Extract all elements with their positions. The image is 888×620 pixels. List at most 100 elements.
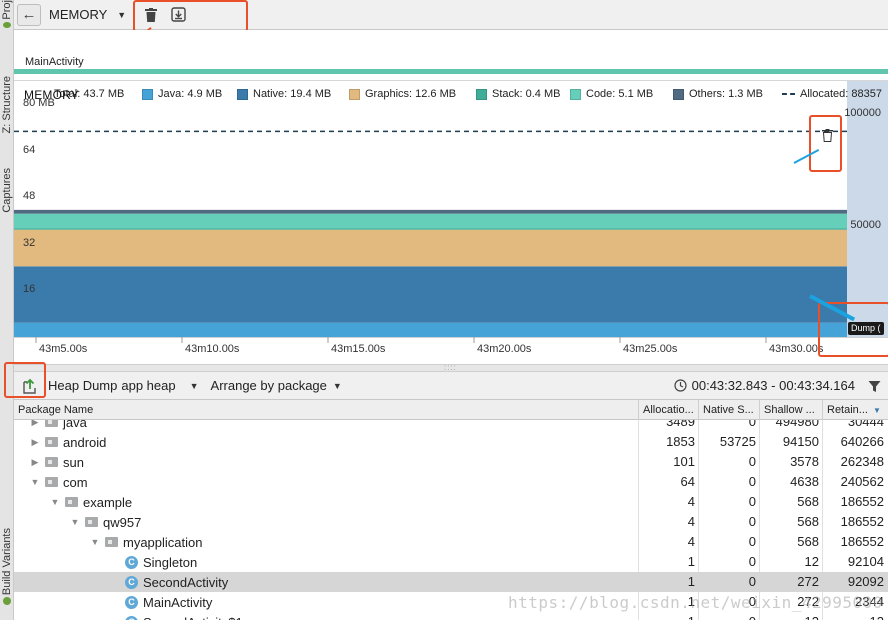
row-alloc-cell: 3489	[666, 420, 695, 429]
memory-chart[interactable]: Total: 43.7 MB Java: 4.9 MB Native: 19.4 M…	[14, 80, 888, 364]
chevron-right-icon[interactable]: ▶	[30, 420, 40, 428]
arrow-left-icon: ←	[21, 6, 37, 23]
captures-tab-label: Captures	[1, 167, 13, 213]
row-name-cell: C SecondActivity	[110, 572, 228, 592]
sort-desc-icon: ▼	[873, 406, 881, 415]
table-row[interactable]: ▼ myapplication 4 0 568 186552	[14, 532, 888, 552]
row-native-cell: 0	[748, 454, 756, 469]
table-row[interactable]: ▶ java 3489 0 494980 30444	[14, 420, 888, 432]
row-name-cell: ▼ qw957	[70, 512, 142, 532]
row-name-cell: C Singleton	[110, 552, 197, 572]
legend-swatch	[142, 88, 153, 100]
row-native-cell: 0	[748, 420, 756, 429]
export-heap-button[interactable]	[18, 375, 40, 397]
folder-icon	[45, 477, 58, 487]
row-name: myapplication	[123, 534, 203, 550]
column-header-shallow-size[interactable]: Shallow ...	[760, 400, 823, 420]
row-native-cell: 0	[748, 554, 756, 569]
arrange-select[interactable]: Arrange by package ▼	[211, 378, 342, 393]
table-row[interactable]: ▶ sun 101 0 3578 262348	[14, 452, 888, 472]
back-button[interactable]: ←	[17, 3, 41, 26]
row-name: android	[63, 434, 107, 450]
toolbar-divider	[134, 5, 136, 24]
table-row[interactable]: ▼ com 64 0 4638 240562	[14, 472, 888, 492]
build-variants-tab[interactable]: Build Variants	[0, 515, 14, 620]
table-header: Package Name Allocatio... Native S... Sh…	[14, 400, 888, 420]
row-alloc-cell: 4	[687, 494, 695, 509]
row-retained-cell: 186552	[840, 494, 884, 509]
row-shallow-cell: 12	[804, 554, 819, 569]
row-shallow-cell: 568	[797, 514, 819, 529]
legend-label: Stack: 0.4 MB	[492, 88, 561, 100]
area-java	[14, 322, 847, 337]
column-header-native-size[interactable]: Native S...	[699, 400, 760, 420]
table-row[interactable]: C Singleton 1 0 12 92104	[14, 552, 888, 572]
class-icon: C	[125, 615, 138, 620]
heap-dump-tooltip: Dump (	[848, 322, 884, 335]
legend-swatch	[476, 88, 487, 100]
heap-select[interactable]: app heap ▼	[121, 378, 198, 393]
y-right-tick: 50000	[850, 219, 881, 231]
row-name-cell: ▶ java	[30, 420, 87, 432]
chevron-down-icon[interactable]: ▼	[50, 497, 60, 507]
chevron-right-icon[interactable]: ▶	[30, 457, 40, 468]
row-name-cell: ▼ myapplication	[90, 532, 203, 552]
activity-bar[interactable]	[14, 69, 888, 74]
legend-swatch	[673, 88, 684, 100]
row-name-cell: ▶ sun	[30, 452, 84, 472]
column-header-retained-size[interactable]: Retain... ▼	[823, 400, 888, 420]
gc-event-marker[interactable]	[822, 129, 833, 145]
chevron-down-icon[interactable]: ▼	[90, 537, 100, 547]
class-icon: C	[125, 555, 138, 569]
chevron-right-icon[interactable]: ▶	[30, 437, 40, 448]
legend-label: Java: 4.9 MB	[158, 88, 223, 100]
chevron-down-icon[interactable]: ▼	[30, 477, 40, 487]
folder-icon	[45, 420, 58, 427]
table-row[interactable]: ▼ example 4 0 568 186552	[14, 492, 888, 512]
x-tick-label: 43m20.00s	[477, 343, 532, 355]
filter-button[interactable]	[865, 377, 883, 395]
force-gc-button[interactable]	[140, 4, 162, 26]
table-row[interactable]: CSecondActivity$1101212	[14, 612, 888, 620]
heap-dump-title: Heap Dump	[48, 378, 118, 393]
row-alloc-cell: 1	[687, 574, 695, 589]
y-tick-label: 80 MB	[23, 97, 55, 110]
project-tab[interactable]: Proj	[0, 0, 14, 30]
row-shallow-cell: 94150	[782, 434, 819, 449]
y-tick-label: 16	[23, 283, 36, 296]
column-header-label: Retain...	[827, 404, 868, 416]
legend-item: Code: 5.1 MB	[570, 88, 653, 100]
filter-icon	[868, 380, 880, 392]
dump-java-heap-button[interactable]	[167, 4, 189, 26]
column-header-allocations[interactable]: Allocatio...	[639, 400, 699, 420]
table-row[interactable]: ▶ android 1853 53725 94150 640266	[14, 432, 888, 452]
row-name: SecondActivity$1	[143, 615, 243, 620]
structure-tab-label: Z: Structure	[1, 76, 13, 134]
folder-icon	[45, 457, 58, 467]
chevron-down-icon[interactable]: ▼	[70, 517, 80, 527]
selection-range[interactable]	[847, 81, 888, 337]
profiler-toolbar: ← MEMORY ▼	[14, 0, 888, 30]
row-name: example	[83, 494, 133, 510]
column-header-package-name[interactable]: Package Name	[14, 400, 639, 420]
export-icon	[22, 378, 36, 394]
project-tab-label: Proj	[1, 0, 13, 20]
row-name-cell: ▼ example	[50, 492, 133, 512]
panel-splitter[interactable]: ::::	[14, 363, 888, 372]
row-name-cell: ▼ com	[30, 472, 88, 492]
structure-tab[interactable]: Z: Structure	[0, 60, 14, 150]
table-row[interactable]: ▼ qw957 4 0 568 186552	[14, 512, 888, 532]
area-others	[14, 209, 847, 214]
chevron-down-icon: ▼	[117, 9, 127, 20]
row-retained-cell: 92104	[847, 554, 884, 569]
folder-icon	[45, 437, 58, 447]
area-stack	[14, 228, 847, 230]
profiler-select[interactable]: MEMORY ▼	[49, 7, 126, 22]
time-range-text: 00:43:32.843 - 00:43:34.164	[691, 378, 855, 393]
memory-chart-svg	[14, 81, 888, 343]
row-retained-cell: 240562	[840, 474, 884, 489]
clock-icon	[674, 379, 687, 392]
captures-tab[interactable]: Captures	[0, 155, 14, 225]
row-retained-cell: 92092	[847, 574, 884, 589]
table-row[interactable]: C SecondActivity 1 0 272 92092	[14, 572, 888, 592]
